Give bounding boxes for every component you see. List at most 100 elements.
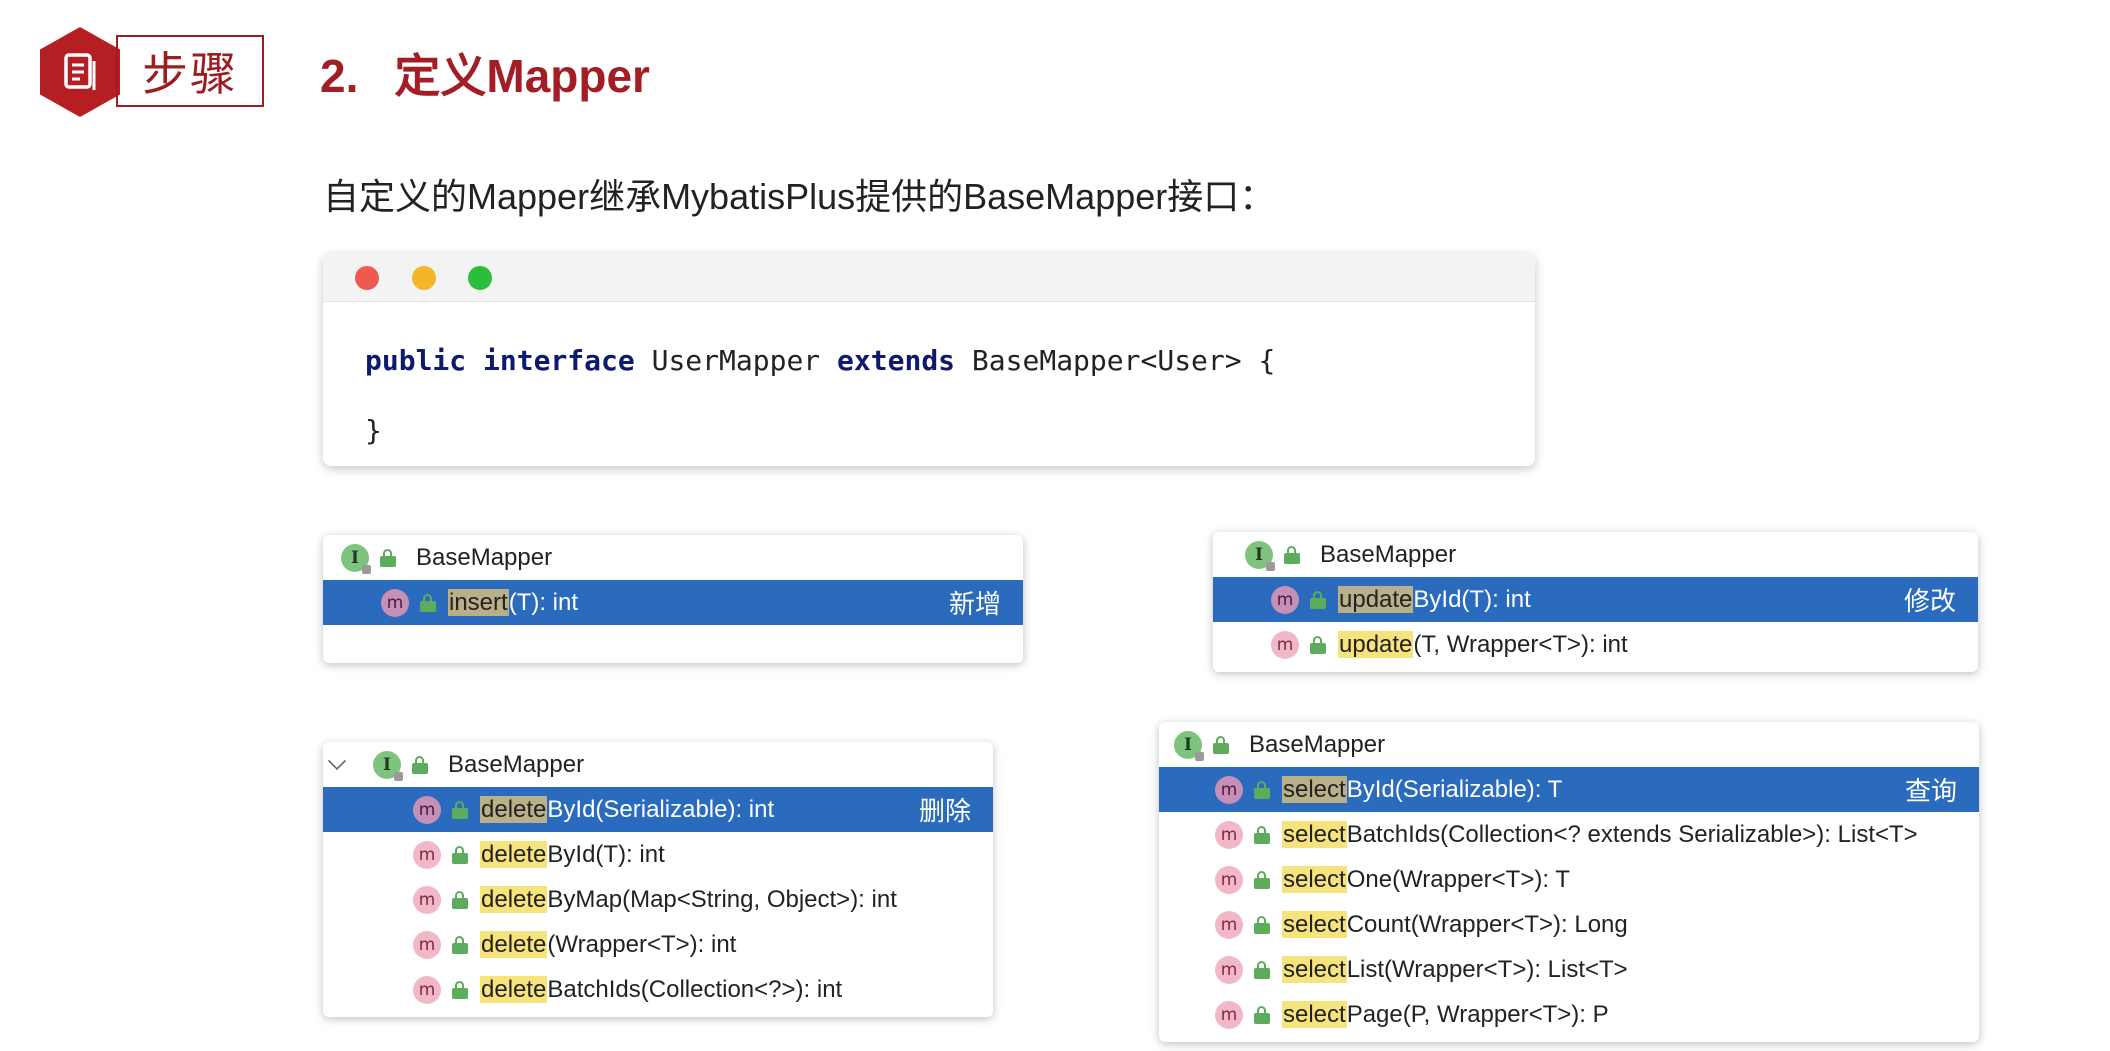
method-icon: m <box>413 930 441 959</box>
method-signature: updateById(T): int <box>1338 585 1531 613</box>
method-icon: m <box>1271 585 1299 614</box>
method-icon: m <box>413 795 441 824</box>
completion-item[interactable]: m selectList(Wrapper<T>): List<T> <box>1159 947 1979 992</box>
code-identifier: UserMapper <box>651 344 821 377</box>
method-signature: selectCount(Wrapper<T>): Long <box>1282 910 1628 938</box>
method-signature: selectPage(P, Wrapper<T>): P <box>1282 1000 1609 1028</box>
method-signature: update(T, Wrapper<T>): int <box>1338 630 1628 658</box>
interface-icon: I <box>341 543 371 574</box>
delete-completion-popup: I BaseMapper m deleteById(Serializable):… <box>323 742 993 1017</box>
public-lock-icon <box>1254 825 1270 844</box>
completion-item[interactable]: m selectPage(P, Wrapper<T>): P <box>1159 992 1979 1037</box>
completion-item[interactable]: m insert(T): int 新增 <box>323 580 1023 625</box>
public-lock-icon <box>1310 590 1326 609</box>
completion-item[interactable]: m deleteById(T): int <box>323 832 993 877</box>
minimize-dot-icon <box>412 266 436 290</box>
interface-name: BaseMapper <box>416 543 553 571</box>
public-lock-icon <box>1254 780 1270 799</box>
public-lock-icon <box>452 935 468 954</box>
completion-item[interactable]: m selectOne(Wrapper<T>): T <box>1159 857 1979 902</box>
interface-name: BaseMapper <box>1249 730 1386 758</box>
code-identifier: BaseMapper<User> { <box>971 344 1276 377</box>
interface-name: BaseMapper <box>1320 540 1457 568</box>
operation-label: 查询 <box>1904 776 1957 806</box>
popup-header: I BaseMapper <box>323 535 1023 580</box>
method-signature: deleteById(T): int <box>480 840 665 868</box>
completion-item[interactable]: m deleteBatchIds(Collection<?>): int <box>323 967 993 1012</box>
method-signature: selectBatchIds(Collection<? extends Seri… <box>1282 820 1918 848</box>
insert-completion-popup: I BaseMapper m insert(T): int 新增 <box>323 535 1023 663</box>
method-icon: m <box>1215 955 1243 984</box>
page-title: 2. 定义Mapper <box>320 40 650 106</box>
interface-icon: I <box>1245 540 1275 571</box>
interface-name: BaseMapper <box>448 750 585 778</box>
code-keyword: public <box>365 344 467 377</box>
code-window: public interface UserMapper extends Base… <box>323 253 1535 466</box>
completion-item[interactable]: m selectById(Serializable): T 查询 <box>1159 767 1979 812</box>
window-titlebar <box>323 253 1535 302</box>
document-icon <box>64 53 96 90</box>
method-signature: deleteByMap(Map<String, Object>): int <box>480 885 897 913</box>
completion-item[interactable]: m selectCount(Wrapper<T>): Long <box>1159 902 1979 947</box>
select-completion-popup: I BaseMapper m selectById(Serializable):… <box>1159 722 1979 1042</box>
public-lock-icon <box>1213 735 1229 754</box>
code-keyword: interface <box>483 344 635 377</box>
method-signature: delete(Wrapper<T>): int <box>480 930 737 958</box>
public-lock-icon <box>1254 870 1270 889</box>
method-icon: m <box>381 588 409 617</box>
chevron-down-icon[interactable] <box>327 751 347 771</box>
popup-header: I BaseMapper <box>1213 532 1978 577</box>
method-icon: m <box>1271 630 1299 659</box>
public-lock-icon <box>412 755 428 774</box>
code-brace: } <box>365 414 382 447</box>
method-signature: selectOne(Wrapper<T>): T <box>1282 865 1570 893</box>
completion-item[interactable]: m deleteById(Serializable): int 删除 <box>323 787 993 832</box>
step-badge-icon <box>40 27 120 117</box>
update-completion-popup: I BaseMapper m updateById(T): int 修改 m u… <box>1213 532 1978 672</box>
completion-item[interactable]: m delete(Wrapper<T>): int <box>323 922 993 967</box>
code-body: public interface UserMapper extends Base… <box>323 302 1535 466</box>
operation-label: 新增 <box>948 589 1001 619</box>
popup-header: I BaseMapper <box>323 742 993 787</box>
step-label: 步骤 <box>116 35 264 107</box>
method-icon: m <box>1215 865 1243 894</box>
method-icon: m <box>413 840 441 869</box>
completion-item[interactable]: m deleteByMap(Map<String, Object>): int <box>323 877 993 922</box>
popup-header: I BaseMapper <box>1159 722 1979 767</box>
public-lock-icon <box>452 845 468 864</box>
public-lock-icon <box>1284 545 1300 564</box>
method-icon: m <box>413 885 441 914</box>
method-icon: m <box>1215 910 1243 939</box>
method-icon: m <box>413 975 441 1004</box>
completion-item[interactable]: m updateById(T): int 修改 <box>1213 577 1978 622</box>
interface-icon: I <box>373 750 403 781</box>
public-lock-icon <box>380 548 396 567</box>
method-signature: selectList(Wrapper<T>): List<T> <box>1282 955 1628 983</box>
operation-label: 删除 <box>918 796 971 826</box>
completion-item[interactable]: m update(T, Wrapper<T>): int <box>1213 622 1978 667</box>
method-signature: deleteById(Serializable): int <box>480 795 775 823</box>
public-lock-icon <box>1254 960 1270 979</box>
step-title: 定义Mapper <box>394 50 650 102</box>
public-lock-icon <box>1310 635 1326 654</box>
method-signature: selectById(Serializable): T <box>1282 775 1563 803</box>
public-lock-icon <box>452 890 468 909</box>
completion-item[interactable]: m selectBatchIds(Collection<? extends Se… <box>1159 812 1979 857</box>
maximize-dot-icon <box>468 266 492 290</box>
public-lock-icon <box>452 980 468 999</box>
close-dot-icon <box>355 266 379 290</box>
public-lock-icon <box>1254 915 1270 934</box>
operation-label: 修改 <box>1903 586 1956 616</box>
method-signature: insert(T): int <box>448 588 579 616</box>
public-lock-icon <box>420 593 436 612</box>
intro-text: 自定义的Mapper继承MybatisPlus提供的BaseMapper接口： <box>323 176 1276 217</box>
method-icon: m <box>1215 820 1243 849</box>
step-number: 2. <box>320 50 359 102</box>
public-lock-icon <box>1254 1005 1270 1024</box>
public-lock-icon <box>452 800 468 819</box>
code-keyword: extends <box>837 344 956 377</box>
method-icon: m <box>1215 775 1243 804</box>
method-signature: deleteBatchIds(Collection<?>): int <box>480 975 843 1003</box>
method-icon: m <box>1215 1000 1243 1029</box>
interface-icon: I <box>1174 730 1204 761</box>
